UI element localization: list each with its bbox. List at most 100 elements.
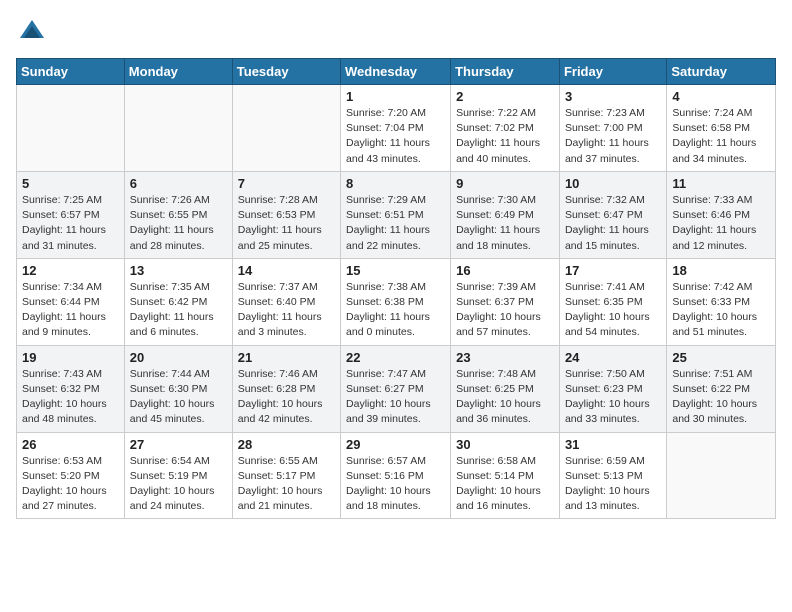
day-number: 5: [22, 176, 119, 191]
calendar-cell: 26 Sunrise: 6:53 AM Sunset: 5:20 PM Dayli…: [17, 432, 125, 519]
day-info: Sunrise: 7:26 AM Sunset: 6:55 PM Dayligh…: [130, 193, 227, 254]
calendar-week-row: 19 Sunrise: 7:43 AM Sunset: 6:32 PM Dayli…: [17, 345, 776, 432]
calendar-week-row: 5 Sunrise: 7:25 AM Sunset: 6:57 PM Daylig…: [17, 171, 776, 258]
calendar-week-row: 1 Sunrise: 7:20 AM Sunset: 7:04 PM Daylig…: [17, 85, 776, 172]
calendar-cell: 22Sunrise: 7:47 AM Sunset: 6:27 PM Dayli…: [341, 345, 451, 432]
day-info: Sunrise: 7:48 AM Sunset: 6:25 PM Dayligh…: [456, 367, 554, 428]
logo-icon: [16, 16, 48, 48]
day-number: 25: [672, 350, 770, 365]
calendar-cell: [232, 85, 340, 172]
day-info: Sunrise: 7:41 AM Sunset: 6:35 PM Dayligh…: [565, 280, 661, 341]
calendar-cell: 16 Sunrise: 7:39 AM Sunset: 6:37 PM Dayli…: [451, 258, 560, 345]
day-number: 6: [130, 176, 227, 191]
day-info: Sunrise: 7:38 AM Sunset: 6:38 PM Dayligh…: [346, 280, 445, 341]
day-info: Sunrise: 7:25 AM Sunset: 6:57 PM Dayligh…: [22, 193, 119, 254]
day-number: 26: [22, 437, 119, 452]
day-info: Sunrise: 7:34 AM Sunset: 6:44 PM Dayligh…: [22, 280, 119, 341]
day-info: Sunrise: 6:58 AM Sunset: 5:14 PM Dayligh…: [456, 454, 554, 515]
calendar-cell: 1 Sunrise: 7:20 AM Sunset: 7:04 PM Daylig…: [341, 85, 451, 172]
day-number: 9: [456, 176, 554, 191]
day-info: Sunrise: 7:42 AM Sunset: 6:33 PM Dayligh…: [672, 280, 770, 341]
calendar-cell: [667, 432, 776, 519]
calendar-cell: 29 Sunrise: 6:57 AM Sunset: 5:16 PM Dayli…: [341, 432, 451, 519]
day-number: 10: [565, 176, 661, 191]
calendar-cell: 14 Sunrise: 7:37 AM Sunset: 6:40 PM Dayli…: [232, 258, 340, 345]
weekday-header: Saturday: [667, 59, 776, 85]
calendar-cell: 4 Sunrise: 7:24 AM Sunset: 6:58 PM Daylig…: [667, 85, 776, 172]
day-info: Sunrise: 6:55 AM Sunset: 5:17 PM Dayligh…: [238, 454, 335, 515]
day-number: 28: [238, 437, 335, 452]
day-info: Sunrise: 6:54 AM Sunset: 5:19 PM Dayligh…: [130, 454, 227, 515]
calendar-cell: 19 Sunrise: 7:43 AM Sunset: 6:32 PM Dayli…: [17, 345, 125, 432]
weekday-header: Friday: [559, 59, 666, 85]
day-info: Sunrise: 7:50 AM Sunset: 6:23 PM Dayligh…: [565, 367, 661, 428]
day-number: 2: [456, 89, 554, 104]
weekday-header: Wednesday: [341, 59, 451, 85]
day-number: 20: [130, 350, 227, 365]
day-info: Sunrise: 7:35 AM Sunset: 6:42 PM Dayligh…: [130, 280, 227, 341]
calendar-table: SundayMondayTuesdayWednesdayThursdayFrid…: [16, 58, 776, 519]
calendar-cell: 30 Sunrise: 6:58 AM Sunset: 5:14 PM Dayli…: [451, 432, 560, 519]
day-number: 13: [130, 263, 227, 278]
day-info: Sunrise: 7:24 AM Sunset: 6:58 PM Dayligh…: [672, 106, 770, 167]
calendar-cell: 28 Sunrise: 6:55 AM Sunset: 5:17 PM Dayli…: [232, 432, 340, 519]
day-number: 1: [346, 89, 445, 104]
day-info: Sunrise: 7:39 AM Sunset: 6:37 PM Dayligh…: [456, 280, 554, 341]
calendar-cell: 6 Sunrise: 7:26 AM Sunset: 6:55 PM Daylig…: [124, 171, 232, 258]
weekday-header: Monday: [124, 59, 232, 85]
page-header: [16, 16, 776, 48]
weekday-header: Thursday: [451, 59, 560, 85]
day-number: 29: [346, 437, 445, 452]
calendar-cell: 11 Sunrise: 7:33 AM Sunset: 6:46 PM Dayli…: [667, 171, 776, 258]
logo: [16, 16, 52, 48]
calendar-cell: 12 Sunrise: 7:34 AM Sunset: 6:44 PM Dayli…: [17, 258, 125, 345]
calendar-cell: 5 Sunrise: 7:25 AM Sunset: 6:57 PM Daylig…: [17, 171, 125, 258]
calendar-week-row: 26 Sunrise: 6:53 AM Sunset: 5:20 PM Dayli…: [17, 432, 776, 519]
calendar-cell: 2 Sunrise: 7:22 AM Sunset: 7:02 PM Daylig…: [451, 85, 560, 172]
calendar-cell: 31 Sunrise: 6:59 AM Sunset: 5:13 PM Dayli…: [559, 432, 666, 519]
day-info: Sunrise: 7:44 AM Sunset: 6:30 PM Dayligh…: [130, 367, 227, 428]
day-info: Sunrise: 7:30 AM Sunset: 6:49 PM Dayligh…: [456, 193, 554, 254]
calendar-cell: 21 Sunrise: 7:46 AM Sunset: 6:28 PM Dayli…: [232, 345, 340, 432]
day-number: 11: [672, 176, 770, 191]
day-number: 12: [22, 263, 119, 278]
day-number: 23: [456, 350, 554, 365]
calendar-cell: 3Sunrise: 7:23 AM Sunset: 7:00 PM Daylig…: [559, 85, 666, 172]
day-info: Sunrise: 7:43 AM Sunset: 6:32 PM Dayligh…: [22, 367, 119, 428]
day-info: Sunrise: 6:57 AM Sunset: 5:16 PM Dayligh…: [346, 454, 445, 515]
calendar-cell: 13 Sunrise: 7:35 AM Sunset: 6:42 PM Dayli…: [124, 258, 232, 345]
day-number: 7: [238, 176, 335, 191]
calendar-cell: 23 Sunrise: 7:48 AM Sunset: 6:25 PM Dayli…: [451, 345, 560, 432]
calendar-cell: 18Sunrise: 7:42 AM Sunset: 6:33 PM Dayli…: [667, 258, 776, 345]
day-number: 4: [672, 89, 770, 104]
day-number: 19: [22, 350, 119, 365]
day-number: 17: [565, 263, 661, 278]
day-info: Sunrise: 7:23 AM Sunset: 7:00 PM Dayligh…: [565, 106, 661, 167]
weekday-header: Tuesday: [232, 59, 340, 85]
day-number: 21: [238, 350, 335, 365]
day-info: Sunrise: 6:53 AM Sunset: 5:20 PM Dayligh…: [22, 454, 119, 515]
calendar-cell: [124, 85, 232, 172]
day-info: Sunrise: 7:51 AM Sunset: 6:22 PM Dayligh…: [672, 367, 770, 428]
day-info: Sunrise: 6:59 AM Sunset: 5:13 PM Dayligh…: [565, 454, 661, 515]
day-number: 30: [456, 437, 554, 452]
day-info: Sunrise: 7:33 AM Sunset: 6:46 PM Dayligh…: [672, 193, 770, 254]
day-info: Sunrise: 7:20 AM Sunset: 7:04 PM Dayligh…: [346, 106, 445, 167]
day-number: 15: [346, 263, 445, 278]
calendar-cell: 8Sunrise: 7:29 AM Sunset: 6:51 PM Daylig…: [341, 171, 451, 258]
day-number: 14: [238, 263, 335, 278]
day-number: 8: [346, 176, 445, 191]
day-info: Sunrise: 7:37 AM Sunset: 6:40 PM Dayligh…: [238, 280, 335, 341]
day-info: Sunrise: 7:46 AM Sunset: 6:28 PM Dayligh…: [238, 367, 335, 428]
day-number: 31: [565, 437, 661, 452]
calendar-cell: 24Sunrise: 7:50 AM Sunset: 6:23 PM Dayli…: [559, 345, 666, 432]
calendar-cell: 10Sunrise: 7:32 AM Sunset: 6:47 PM Dayli…: [559, 171, 666, 258]
calendar-cell: 15 Sunrise: 7:38 AM Sunset: 6:38 PM Dayli…: [341, 258, 451, 345]
calendar-cell: 27Sunrise: 6:54 AM Sunset: 5:19 PM Dayli…: [124, 432, 232, 519]
calendar-cell: 25 Sunrise: 7:51 AM Sunset: 6:22 PM Dayli…: [667, 345, 776, 432]
calendar-cell: [17, 85, 125, 172]
weekday-header-row: SundayMondayTuesdayWednesdayThursdayFrid…: [17, 59, 776, 85]
day-number: 16: [456, 263, 554, 278]
calendar-cell: 17 Sunrise: 7:41 AM Sunset: 6:35 PM Dayli…: [559, 258, 666, 345]
day-info: Sunrise: 7:22 AM Sunset: 7:02 PM Dayligh…: [456, 106, 554, 167]
